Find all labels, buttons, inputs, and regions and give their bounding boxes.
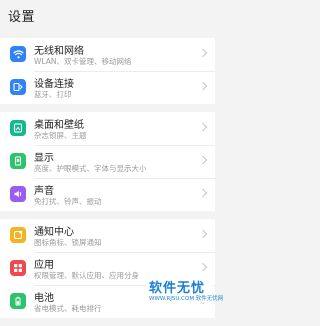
chevron-right-icon [198, 122, 208, 132]
settings-item-sound[interactable]: 声音 免打扰、铃声、振动 [0, 178, 215, 211]
settings-item-subtitle: 亮度、护眼模式、字体与显示大小 [34, 164, 147, 173]
settings-group-system: 通知中心 图标角标、锁屏通知 应用 权限管理、默认应用、应用分身 电池 省电模式… [0, 219, 215, 318]
settings-item-subtitle: 省电模式、耗电排行 [34, 304, 102, 313]
sound-icon [10, 186, 26, 202]
settings-item-wireless-network[interactable]: 无线和网络 WLAN、双卡管理、移动网络 [0, 38, 215, 71]
wallpaper-icon [10, 120, 26, 136]
chevron-right-icon [198, 262, 208, 272]
settings-item-title: 显示 [34, 153, 54, 164]
chevron-right-icon [198, 188, 208, 198]
settings-item-device-connection[interactable]: 设备连接 蓝牙、打印 [0, 71, 215, 104]
settings-item-display[interactable]: 显示 亮度、护眼模式、字体与显示大小 [0, 145, 215, 178]
chevron-right-icon [198, 155, 208, 165]
page-title: 设置 [8, 10, 36, 25]
watermark-logo: 软件无忧 WWW.RJ5U.COM 软件无忧网 [147, 277, 223, 303]
display-icon [10, 153, 26, 169]
settings-group-personalization: 桌面和壁纸 杂志锁屏、主题 显示 亮度、护眼模式、字体与显示大小 声音 免打扰、… [0, 112, 215, 211]
settings-item-subtitle: 权限管理、默认应用、应用分身 [34, 271, 139, 280]
settings-item-subtitle: 蓝牙、打印 [34, 90, 72, 99]
settings-group-connectivity: 无线和网络 WLAN、双卡管理、移动网络 设备连接 蓝牙、打印 [0, 38, 215, 104]
apps-icon [10, 260, 26, 276]
settings-item-title: 应用 [34, 260, 54, 271]
watermark-subtitle: WWW.RJ5U.COM 软件无忧网 [149, 296, 224, 302]
settings-item-title: 设备连接 [34, 79, 74, 90]
settings-item-title: 桌面和壁纸 [34, 120, 84, 131]
settings-item-desktop-wallpaper[interactable]: 桌面和壁纸 杂志锁屏、主题 [0, 112, 215, 145]
settings-item-subtitle: 杂志锁屏、主题 [34, 131, 87, 140]
settings-item-subtitle: 免打扰、铃声、振动 [34, 197, 102, 206]
battery-icon [10, 293, 26, 309]
device-connection-icon [10, 79, 26, 95]
settings-item-title: 通知中心 [34, 227, 74, 238]
chevron-right-icon [198, 81, 208, 91]
chevron-right-icon [198, 48, 208, 58]
notification-icon [10, 227, 26, 243]
settings-item-title: 电池 [34, 293, 54, 304]
wifi-icon [10, 46, 26, 62]
settings-item-title: 声音 [34, 186, 54, 197]
settings-item-title: 无线和网络 [34, 46, 84, 57]
title-bar: 设置 [0, 0, 215, 34]
settings-item-subtitle: 图标角标、锁屏通知 [34, 238, 102, 247]
settings-item-notification-center[interactable]: 通知中心 图标角标、锁屏通知 [0, 219, 215, 252]
chevron-right-icon [198, 229, 208, 239]
settings-item-subtitle: WLAN、双卡管理、移动网络 [34, 57, 132, 66]
